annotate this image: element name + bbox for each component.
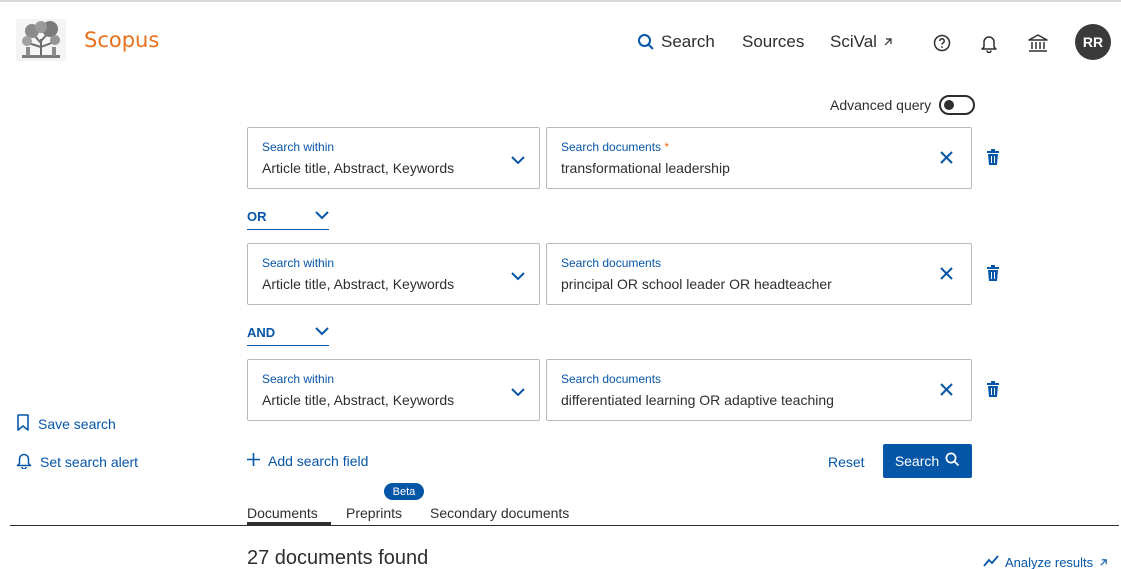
boolean-operator-select-1[interactable]: OR <box>247 208 329 230</box>
search-button[interactable]: Search <box>883 444 972 478</box>
chevron-down-icon <box>511 152 525 170</box>
nav-search[interactable]: Search <box>637 32 715 52</box>
search-documents-label: Search documents * <box>561 140 670 154</box>
operator-value: AND <box>247 325 276 340</box>
save-search-link[interactable]: Save search <box>16 414 116 434</box>
analyze-results-link[interactable]: Analyze results <box>983 555 1108 569</box>
help-icon[interactable] <box>930 31 954 55</box>
advanced-query-toggle-group: Advanced query <box>830 95 976 115</box>
external-link-icon <box>883 37 893 47</box>
beta-badge: Beta <box>384 483 424 500</box>
trend-icon <box>983 555 999 569</box>
search-within-value: Article title, Abstract, Keywords <box>262 276 455 292</box>
advanced-query-label: Advanced query <box>830 97 932 113</box>
trash-icon[interactable] <box>986 264 1000 287</box>
chevron-down-icon <box>511 268 525 286</box>
search-documents-value: principal OR school leader OR headteache… <box>561 276 832 292</box>
brand-name[interactable]: Scopus <box>84 28 159 52</box>
set-search-alert-link[interactable]: Set search alert <box>16 452 138 472</box>
reset-button[interactable]: Reset <box>828 454 865 470</box>
institution-icon[interactable] <box>1026 31 1050 55</box>
save-search-label: Save search <box>38 416 116 432</box>
nav-sources[interactable]: Sources <box>742 32 804 52</box>
trash-icon[interactable] <box>986 148 1000 171</box>
chevron-down-icon <box>315 327 329 336</box>
results-count: 27 documents found <box>247 547 429 569</box>
search-within-value: Article title, Abstract, Keywords <box>262 160 455 176</box>
close-icon[interactable] <box>940 383 953 401</box>
avatar[interactable]: RR <box>1075 24 1111 60</box>
nav-sources-label: Sources <box>742 32 805 51</box>
search-documents-value: differentiated learning OR adaptive teac… <box>561 392 834 408</box>
search-documents-label: Search documents <box>561 372 662 386</box>
top-border <box>0 0 1121 2</box>
nav-scival-label: SciVal <box>830 32 877 51</box>
search-documents-input-2[interactable]: Search documents principal OR school lea… <box>546 243 972 305</box>
search-within-select-3[interactable]: Search within Article title, Abstract, K… <box>247 359 540 421</box>
external-link-icon <box>1099 555 1108 569</box>
analyze-results-label: Analyze results <box>1005 555 1094 569</box>
toggle-knob <box>944 100 955 110</box>
set-search-alert-label: Set search alert <box>40 454 139 470</box>
close-icon[interactable] <box>940 151 953 169</box>
search-within-select-1[interactable]: Search within Article title, Abstract, K… <box>247 127 540 189</box>
elsevier-logo[interactable] <box>14 17 68 63</box>
search-icon <box>945 452 960 470</box>
plus-icon <box>247 453 260 469</box>
search-within-label: Search within <box>262 140 335 154</box>
search-documents-label: Search documents <box>561 256 662 270</box>
chevron-down-icon <box>315 211 329 220</box>
chevron-down-icon <box>511 384 525 402</box>
search-documents-value: transformational leadership <box>561 160 730 176</box>
tabs-divider <box>10 525 1119 526</box>
search-within-label: Search within <box>262 372 335 386</box>
bell-icon <box>16 452 32 472</box>
search-documents-input-3[interactable]: Search documents differentiated learning… <box>546 359 972 421</box>
search-within-select-2[interactable]: Search within Article title, Abstract, K… <box>247 243 540 305</box>
add-search-field-button[interactable]: Add search field <box>247 453 368 469</box>
required-mark: * <box>664 140 670 154</box>
advanced-query-toggle[interactable] <box>939 95 976 115</box>
tab-documents[interactable]: Documents <box>247 505 318 521</box>
search-button-label: Search <box>894 453 940 469</box>
search-icon <box>637 33 655 51</box>
boolean-operator-select-2[interactable]: AND <box>247 324 329 346</box>
tab-secondary-documents[interactable]: Secondary documents <box>430 505 569 521</box>
nav-search-label: Search <box>661 32 715 51</box>
search-within-value: Article title, Abstract, Keywords <box>262 392 455 408</box>
bell-icon[interactable] <box>977 31 1001 55</box>
search-within-label: Search within <box>262 256 335 270</box>
search-documents-input-1[interactable]: Search documents * transformational lead… <box>546 127 972 189</box>
close-icon[interactable] <box>940 267 953 285</box>
operator-value: OR <box>247 209 267 224</box>
tab-preprints[interactable]: Preprints <box>346 505 402 521</box>
nav-scival[interactable]: SciVal <box>830 32 893 52</box>
trash-icon[interactable] <box>986 380 1000 403</box>
bookmark-icon <box>16 414 30 434</box>
add-search-field-label: Add search field <box>268 453 369 469</box>
